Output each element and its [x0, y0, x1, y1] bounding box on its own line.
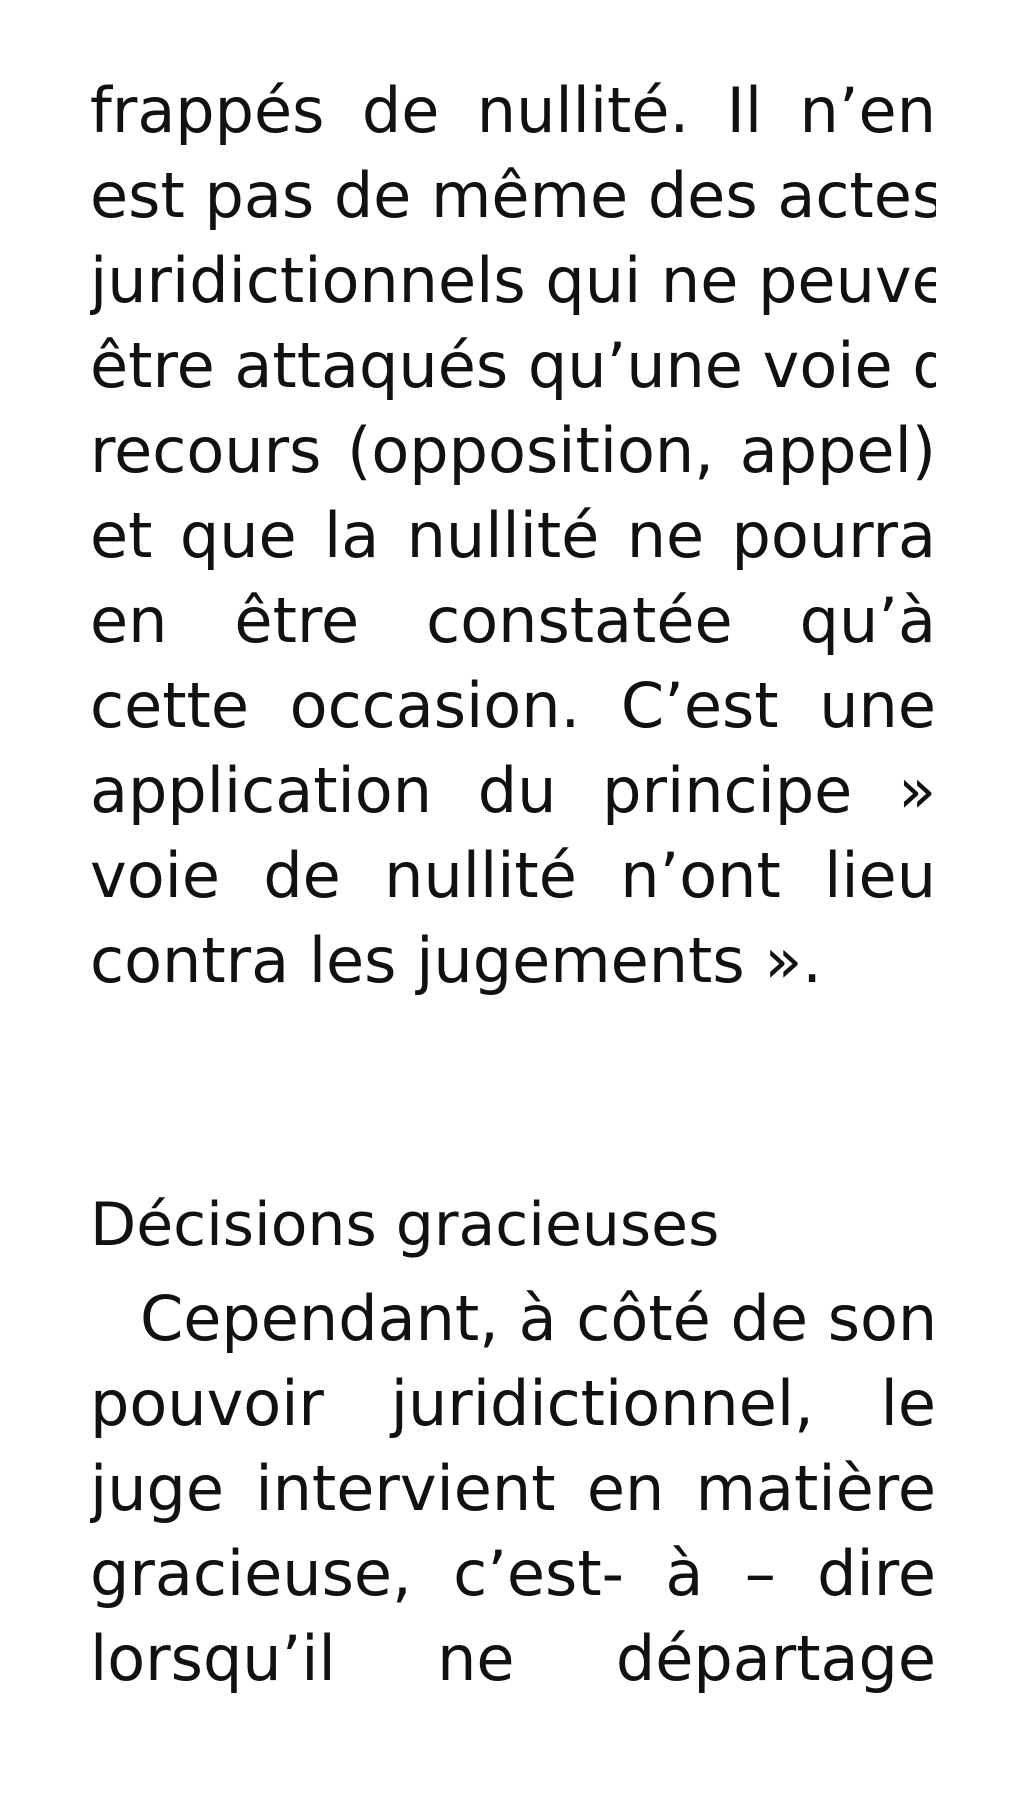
section-heading: Décisions gracieuses [90, 1190, 720, 1260]
document-page: frappés de nullité. Il n’en est pas de m… [90, 68, 936, 1701]
text-line: application du principe » [90, 754, 936, 827]
text-line: voie de nullité n’ont lieu [90, 839, 936, 912]
text-line: frappés de nullité. Il n’en [90, 74, 936, 147]
text-line: recours (opposition, appel) [90, 414, 936, 487]
text-line: être attaqués qu’une voie de [90, 329, 936, 402]
paragraph-2: Cependant, à côté de son pouvoir juridic… [90, 1276, 936, 1701]
text-line: lorsqu’il ne départage [90, 1622, 936, 1695]
text-line: Cependant, à côté de son [140, 1282, 936, 1355]
text-line: pouvoir juridictionnel, le [90, 1367, 936, 1440]
text-line: gracieuse, c’est- à – dire [90, 1537, 936, 1610]
text-line: en être constatée qu’à [90, 584, 936, 657]
text-line: juridictionnels qui ne peuvent [90, 244, 936, 317]
text-line: cette occasion. C’est une [90, 669, 936, 742]
text-line: juge intervient en matière [90, 1452, 936, 1525]
text-line: et que la nullité ne pourra [90, 499, 936, 572]
paragraph-1: frappés de nullité. Il n’en est pas de m… [90, 68, 936, 1003]
text-line: est pas de même des actes [90, 159, 936, 232]
text-line: contra les jugements ». [90, 924, 823, 997]
